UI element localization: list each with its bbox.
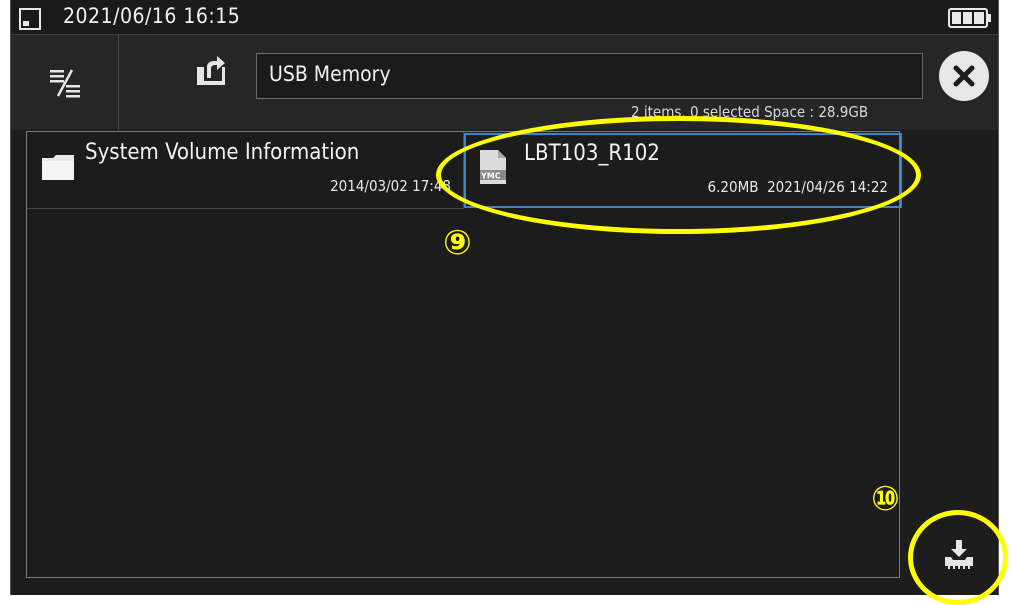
file-annotation-marker: ⑨ [443, 223, 472, 263]
save-highlight-ring [908, 510, 1008, 605]
folder-up-icon [197, 56, 225, 85]
list-view-icon [49, 68, 80, 97]
status-bar: 2021/06/16 16:15 [11, 0, 998, 35]
current-path-text: USB Memory [269, 62, 391, 86]
view-toggle-button[interactable] [11, 35, 119, 130]
close-button[interactable] [939, 51, 989, 101]
file-list-item-folder[interactable]: System Volume Information 2014/03/02 17:… [27, 132, 464, 209]
device-screen: 2021/06/16 16:15 USB Memory 2 items, 0 s… [10, 0, 999, 595]
current-path-field[interactable]: USB Memory [256, 53, 923, 99]
file-name: System Volume Information [85, 140, 360, 165]
save-annotation-marker: ⑩ [871, 479, 900, 519]
file-highlight-ring [436, 116, 921, 234]
folder-up-button[interactable] [191, 51, 231, 91]
folder-icon [42, 155, 74, 180]
close-icon [953, 65, 975, 87]
battery-full-icon [948, 8, 991, 28]
sd-card-icon [19, 8, 41, 30]
file-date: 2014/03/02 17:48 [330, 177, 451, 195]
status-datetime: 2021/06/16 16:15 [63, 4, 241, 28]
